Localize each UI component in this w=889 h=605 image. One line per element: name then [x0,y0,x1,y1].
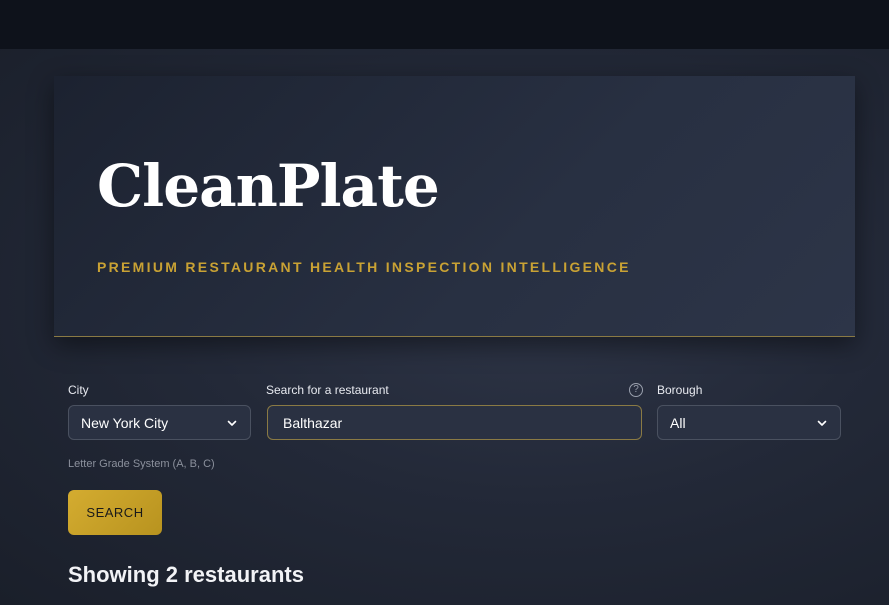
borough-select-value: All [670,414,686,431]
app-title: CleanPlate [97,152,440,220]
city-label: City [68,383,89,397]
city-select[interactable]: New York City [68,405,251,440]
hero-banner: CleanPlate PREMIUM RESTAURANT HEALTH INS… [54,76,855,337]
city-select-value: New York City [81,414,169,431]
question-circle-icon[interactable]: ? [629,383,643,397]
borough-select[interactable]: All [657,405,841,440]
chevron-down-icon [227,420,237,426]
search-label: Search for a restaurant [266,383,389,397]
borough-label: Borough [657,383,703,397]
results-summary: Showing 2 restaurants [68,562,304,587]
top-bar [0,0,889,49]
app-subtitle: PREMIUM RESTAURANT HEALTH INSPECTION INT… [97,259,631,275]
grade-system-hint: Letter Grade System (A, B, C) [68,458,215,470]
search-button[interactable]: SEARCH [68,490,162,535]
chevron-down-icon [817,420,827,426]
restaurant-search-input[interactable]: Balthazar [267,405,642,440]
search-input-value: Balthazar [283,414,343,431]
